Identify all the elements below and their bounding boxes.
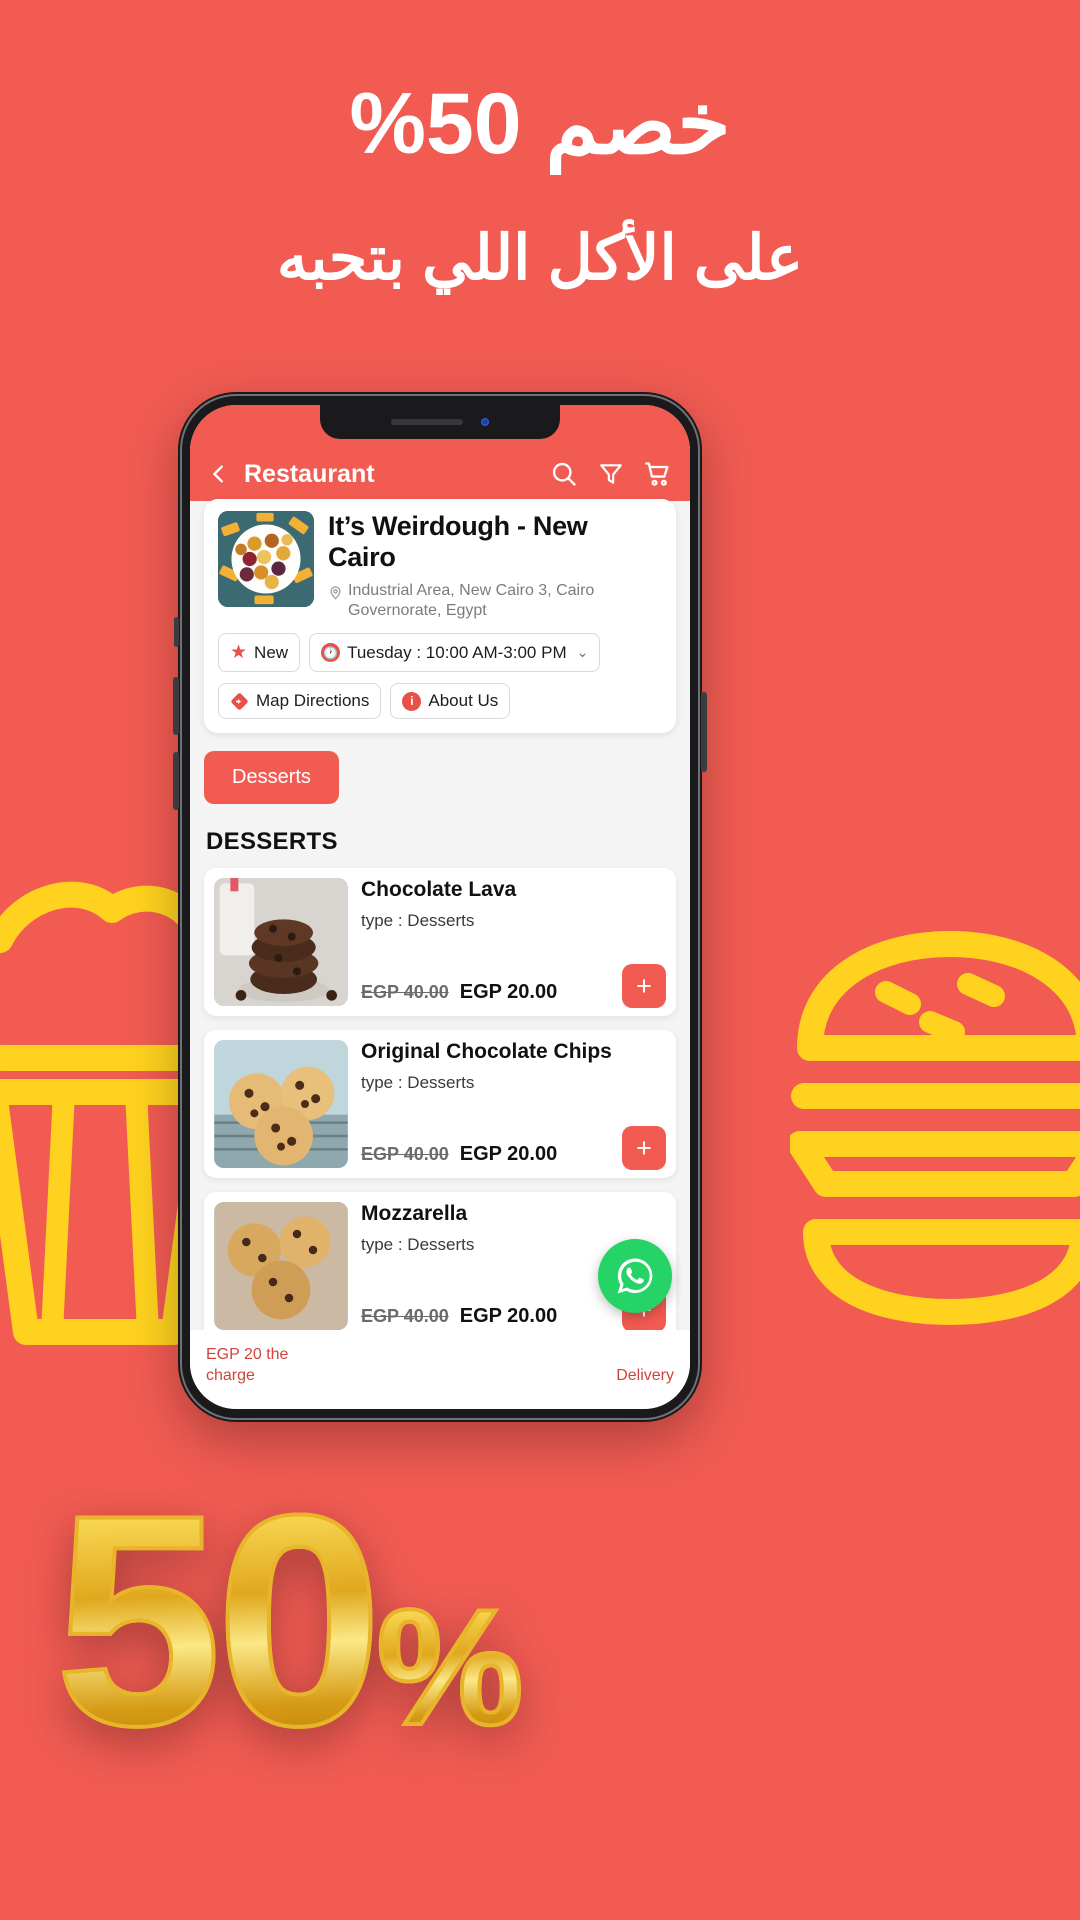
filter-icon[interactable] — [598, 460, 624, 488]
headline-line-1: خصم 50% — [349, 76, 731, 172]
restaurant-logo-image — [218, 511, 314, 607]
header-actions — [550, 460, 672, 488]
menu-item-price-discounted: EGP 20.00 — [459, 1305, 558, 1328]
cart-icon[interactable] — [644, 460, 672, 488]
menu-item-card[interactable]: Original Chocolate Chips type : Desserts… — [204, 1030, 676, 1179]
menu-item-price-original: EGP 40.00 — [361, 1306, 449, 1327]
whatsapp-icon — [617, 1258, 653, 1294]
star-icon: ★ — [230, 642, 248, 664]
menu-item-name: Chocolate Lava — [361, 878, 517, 902]
restaurant-chip-row-2: Map Directions i About Us — [218, 683, 662, 720]
menu-item-card[interactable]: Chocolate Lava type : Desserts EGP 40.00… — [204, 868, 676, 1017]
menu-item-name: Mozzarella — [361, 1202, 468, 1226]
menu-item-type: type : Desserts — [361, 1073, 475, 1093]
chip-about-us[interactable]: i About Us — [390, 683, 511, 720]
add-to-cart-button[interactable]: + — [622, 1126, 666, 1171]
phone-mute-switch — [174, 617, 179, 647]
menu-item-price-discounted: EGP 20.00 — [459, 981, 558, 1004]
delivery-charge-line1: EGP 20 the — [206, 1345, 289, 1363]
clock-icon: 🕐 — [321, 643, 341, 663]
gold-discount-percent: % — [375, 1575, 526, 1759]
menu-item-price-row: EGP 40.00 EGP 20.00 — [361, 981, 666, 1004]
delivery-charge-note: EGP 20 the charge — [206, 1344, 288, 1387]
directions-icon — [231, 693, 248, 710]
menu-item-image — [214, 1202, 348, 1331]
category-tab-desserts[interactable]: Desserts — [204, 751, 339, 805]
menu-item-price-original: EGP 40.00 — [361, 982, 449, 1003]
delivery-note-bar: EGP 20 the charge Delivery — [190, 1329, 690, 1409]
delivery-label: Delivery — [616, 1367, 674, 1385]
phone-notch — [320, 405, 560, 439]
restaurant-address: Industrial Area, New Cairo 3, Cairo Gove… — [328, 581, 662, 623]
menu-item-name: Original Chocolate Chips — [361, 1040, 612, 1064]
poster-headline: خصم 50% على الأكل اللي بتحبه — [0, 78, 1080, 294]
chip-new-label: New — [254, 642, 289, 662]
add-to-cart-button[interactable]: + — [622, 964, 666, 1009]
chip-new[interactable]: ★ New — [218, 633, 301, 673]
restaurant-chip-row-1: ★ New 🕐 Tuesday : 10:00 AM-3:00 PM ⌄ — [218, 633, 662, 673]
page-title: Restaurant — [244, 459, 375, 488]
phone-screen: Restaurant It’s Weirdough - New Cairo In… — [190, 405, 690, 1409]
chip-map-label: Map Directions — [256, 691, 370, 711]
phone-power-button — [701, 692, 707, 772]
phone-volume-up-button — [173, 677, 179, 735]
menu-item-price-row: EGP 40.00 EGP 20.00 — [361, 1143, 666, 1166]
earpiece-speaker — [391, 419, 463, 425]
search-icon[interactable] — [550, 460, 578, 488]
restaurant-card: It’s Weirdough - New Cairo Industrial Ar… — [204, 499, 676, 734]
menu-item-image — [214, 878, 348, 1007]
headline-line-2: على الأكل اللي بتحبه — [276, 223, 804, 293]
menu-item-image — [214, 1040, 348, 1169]
gold-discount-badge: 50% — [53, 1452, 526, 1788]
menu-item-price-discounted: EGP 20.00 — [459, 1143, 558, 1166]
chip-map-directions[interactable]: Map Directions — [218, 683, 382, 720]
chevron-down-icon[interactable]: ⌄ — [577, 644, 589, 661]
burger-decoration-icon — [790, 931, 1080, 1325]
menu-item-price-original: EGP 40.00 — [361, 1144, 449, 1165]
delivery-charge-line2: charge — [206, 1367, 255, 1385]
category-tabs: Desserts — [190, 733, 690, 805]
front-camera-icon — [481, 418, 489, 426]
chip-about-label: About Us — [428, 691, 499, 711]
map-pin-icon — [330, 585, 341, 600]
section-heading: DESSERTS — [206, 828, 338, 856]
gold-discount-number: 50 — [53, 1452, 385, 1788]
info-icon: i — [402, 691, 422, 711]
chevron-left-icon[interactable] — [208, 463, 230, 485]
whatsapp-fab-button[interactable] — [598, 1239, 672, 1313]
menu-item-type: type : Desserts — [361, 911, 475, 931]
chip-hours-label: Tuesday : 10:00 AM-3:00 PM — [347, 642, 567, 662]
chip-opening-hours[interactable]: 🕐 Tuesday : 10:00 AM-3:00 PM ⌄ — [309, 633, 601, 673]
phone-volume-down-button — [173, 752, 179, 810]
restaurant-name: It’s Weirdough - New Cairo — [328, 511, 588, 573]
restaurant-address-text: Industrial Area, New Cairo 3, Cairo Gove… — [348, 581, 595, 620]
phone-mockup: Restaurant It’s Weirdough - New Cairo In… — [173, 392, 707, 1422]
